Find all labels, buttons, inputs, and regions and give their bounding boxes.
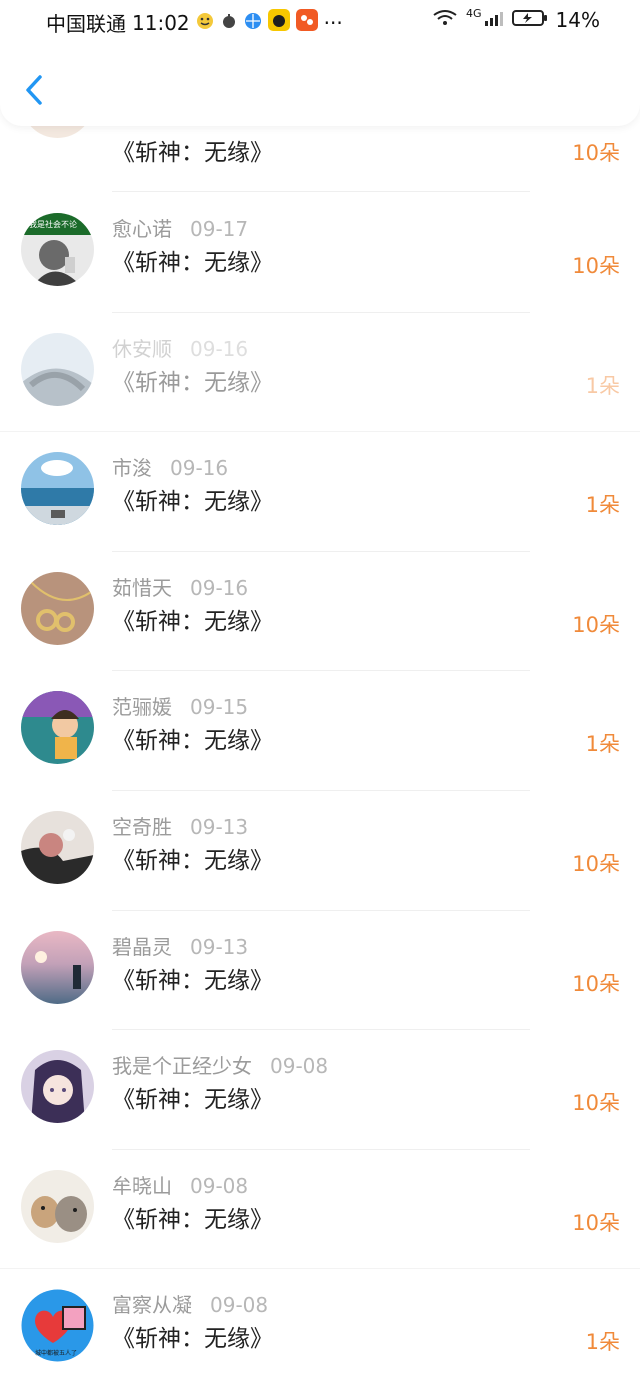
status-left: 中国联通 11:02 ··· bbox=[46, 8, 343, 37]
avatar[interactable]: 我是社会不论 bbox=[21, 213, 94, 286]
nav-bar bbox=[0, 48, 640, 126]
avatar[interactable] bbox=[21, 452, 94, 526]
gift-date: 09-08 bbox=[190, 1173, 249, 1198]
gift-amount: 10朵 bbox=[572, 1091, 620, 1116]
avatar[interactable] bbox=[21, 332, 94, 406]
user-name: 市浚 09-16 bbox=[112, 456, 229, 481]
avatar[interactable]: 城中都被五人了 bbox=[21, 1289, 94, 1363]
app-icon-2 bbox=[267, 9, 290, 36]
user-name: 空奇胜 09-13 bbox=[112, 815, 249, 839]
gift-date: 09-17 bbox=[190, 217, 249, 241]
gift-date: 09-16 bbox=[190, 575, 249, 600]
gift-date: 09-16 bbox=[190, 336, 249, 361]
wifi-icon bbox=[432, 8, 458, 32]
back-button[interactable] bbox=[16, 72, 52, 108]
item-title: 《斩神：无缘》 bbox=[112, 1206, 273, 1233]
gift-amount: 10朵 bbox=[572, 971, 620, 996]
more-dots: ··· bbox=[323, 10, 343, 35]
avatar-text: 城中都被五人了 bbox=[35, 1349, 77, 1357]
signal-icon bbox=[484, 8, 504, 32]
list-item[interactable]: 牟晓山 09-08 《斩神：无缘》 10朵 bbox=[0, 1150, 640, 1270]
user-name: 富察从凝 09-08 bbox=[112, 1293, 269, 1318]
list-item[interactable]: 茹惜天 09-16 《斩神：无缘》 10朵 bbox=[0, 552, 640, 672]
list-item[interactable]: 休安顺 09-16 《斩神：无缘》 1朵 bbox=[0, 313, 640, 433]
item-title: 《斩神：无缘》 bbox=[112, 848, 273, 874]
user-name: 牟晓山 09-08 bbox=[112, 1173, 249, 1198]
user-name: 茹惜天 09-16 bbox=[112, 575, 249, 600]
list-item[interactable]: 我是社会不论 愈心诺 09-17 《斩神：无缘》 10朵 bbox=[0, 193, 640, 313]
user-name: 范骊媛 09-15 bbox=[112, 695, 249, 720]
status-bar: 中国联通 11:02 ··· 4G 14% bbox=[0, 0, 640, 48]
gift-amount: 1朵 bbox=[585, 493, 620, 518]
divider bbox=[112, 190, 530, 192]
list-item[interactable]: 范骊媛 09-15 《斩神：无缘》 1朵 bbox=[0, 671, 640, 791]
item-title: 《斩神：无缘》 bbox=[112, 967, 273, 994]
time: 11:02 bbox=[132, 10, 190, 35]
list-item[interactable]: 我是个正经少女 09-08 《斩神：无缘》 10朵 bbox=[0, 1030, 640, 1150]
user-name: 我是个正经少女 09-08 bbox=[112, 1054, 329, 1079]
gift-date: 09-13 bbox=[190, 934, 249, 959]
browser-icon bbox=[244, 11, 262, 35]
header: 中国联通 11:02 ··· 4G 14% bbox=[0, 0, 640, 126]
user-name: 碧晶灵 09-13 bbox=[112, 934, 249, 959]
user-name: 休安顺 09-16 bbox=[112, 336, 249, 361]
emoji-icon bbox=[196, 11, 214, 35]
avatar[interactable] bbox=[21, 1050, 94, 1124]
list-item[interactable]: 碧晶灵 09-13 《斩神：无缘》 10朵 bbox=[0, 911, 640, 1031]
item-title: 《斩神：无缘》 bbox=[112, 250, 273, 276]
item-title: 《斩神：无缘》 bbox=[112, 1087, 273, 1114]
item-title: 《斩神：无缘》 bbox=[112, 489, 273, 516]
gift-amount: 10朵 bbox=[572, 1210, 620, 1235]
battery-percent: 14% bbox=[555, 8, 600, 32]
avatar-text: 我是社会不论 bbox=[29, 219, 77, 229]
user-name: 愈心诺 09-17 bbox=[112, 217, 249, 241]
gift-date: 09-13 bbox=[190, 815, 249, 839]
item-title: 《斩神：无缘》 bbox=[112, 140, 273, 166]
gift-date: 09-16 bbox=[170, 456, 229, 481]
carrier: 中国联通 bbox=[46, 12, 126, 36]
list-item[interactable]: 空奇胜 09-13 《斩神：无缘》 10朵 bbox=[0, 791, 640, 911]
network-type: 4G bbox=[466, 6, 482, 20]
gift-date: 09-15 bbox=[190, 695, 249, 720]
gift-amount: 10朵 bbox=[572, 612, 620, 637]
app-icon-1 bbox=[220, 11, 238, 35]
avatar[interactable] bbox=[21, 571, 94, 645]
status-right: 4G 14% bbox=[432, 6, 600, 32]
item-title: 《斩神：无缘》 bbox=[112, 608, 273, 635]
gift-amount: 1朵 bbox=[585, 373, 620, 398]
avatar[interactable] bbox=[21, 930, 94, 1004]
gift-date: 09-08 bbox=[210, 1293, 269, 1318]
list-item[interactable]: 城中都被五人了 富察从凝 09-08 《斩神：无缘》 1朵 bbox=[0, 1269, 640, 1389]
list-item[interactable]: 市浚 09-16 《斩神：无缘》 1朵 bbox=[0, 432, 640, 552]
gift-amount: 1朵 bbox=[585, 1330, 620, 1355]
gift-amount: 10朵 bbox=[572, 141, 620, 165]
battery-icon bbox=[511, 8, 548, 32]
gift-date: 09-08 bbox=[270, 1054, 329, 1079]
back-arrow-icon bbox=[26, 75, 42, 105]
item-title: 《斩神：无缘》 bbox=[112, 369, 273, 396]
item-title: 《斩神：无缘》 bbox=[112, 1326, 273, 1353]
gift-amount: 10朵 bbox=[572, 852, 620, 876]
avatar[interactable] bbox=[21, 1169, 94, 1243]
gift-list: 《斩神：无缘》 10朵 我是社会不论 愈心诺09-17 《斩神：无缘》 10朵 bbox=[0, 0, 640, 1387]
gift-amount: 1朵 bbox=[585, 732, 620, 757]
app-icon-3 bbox=[295, 9, 318, 36]
avatar[interactable] bbox=[21, 811, 94, 884]
item-title: 《斩神：无缘》 bbox=[112, 728, 273, 755]
gift-amount: 10朵 bbox=[572, 254, 620, 278]
avatar[interactable] bbox=[21, 691, 94, 765]
